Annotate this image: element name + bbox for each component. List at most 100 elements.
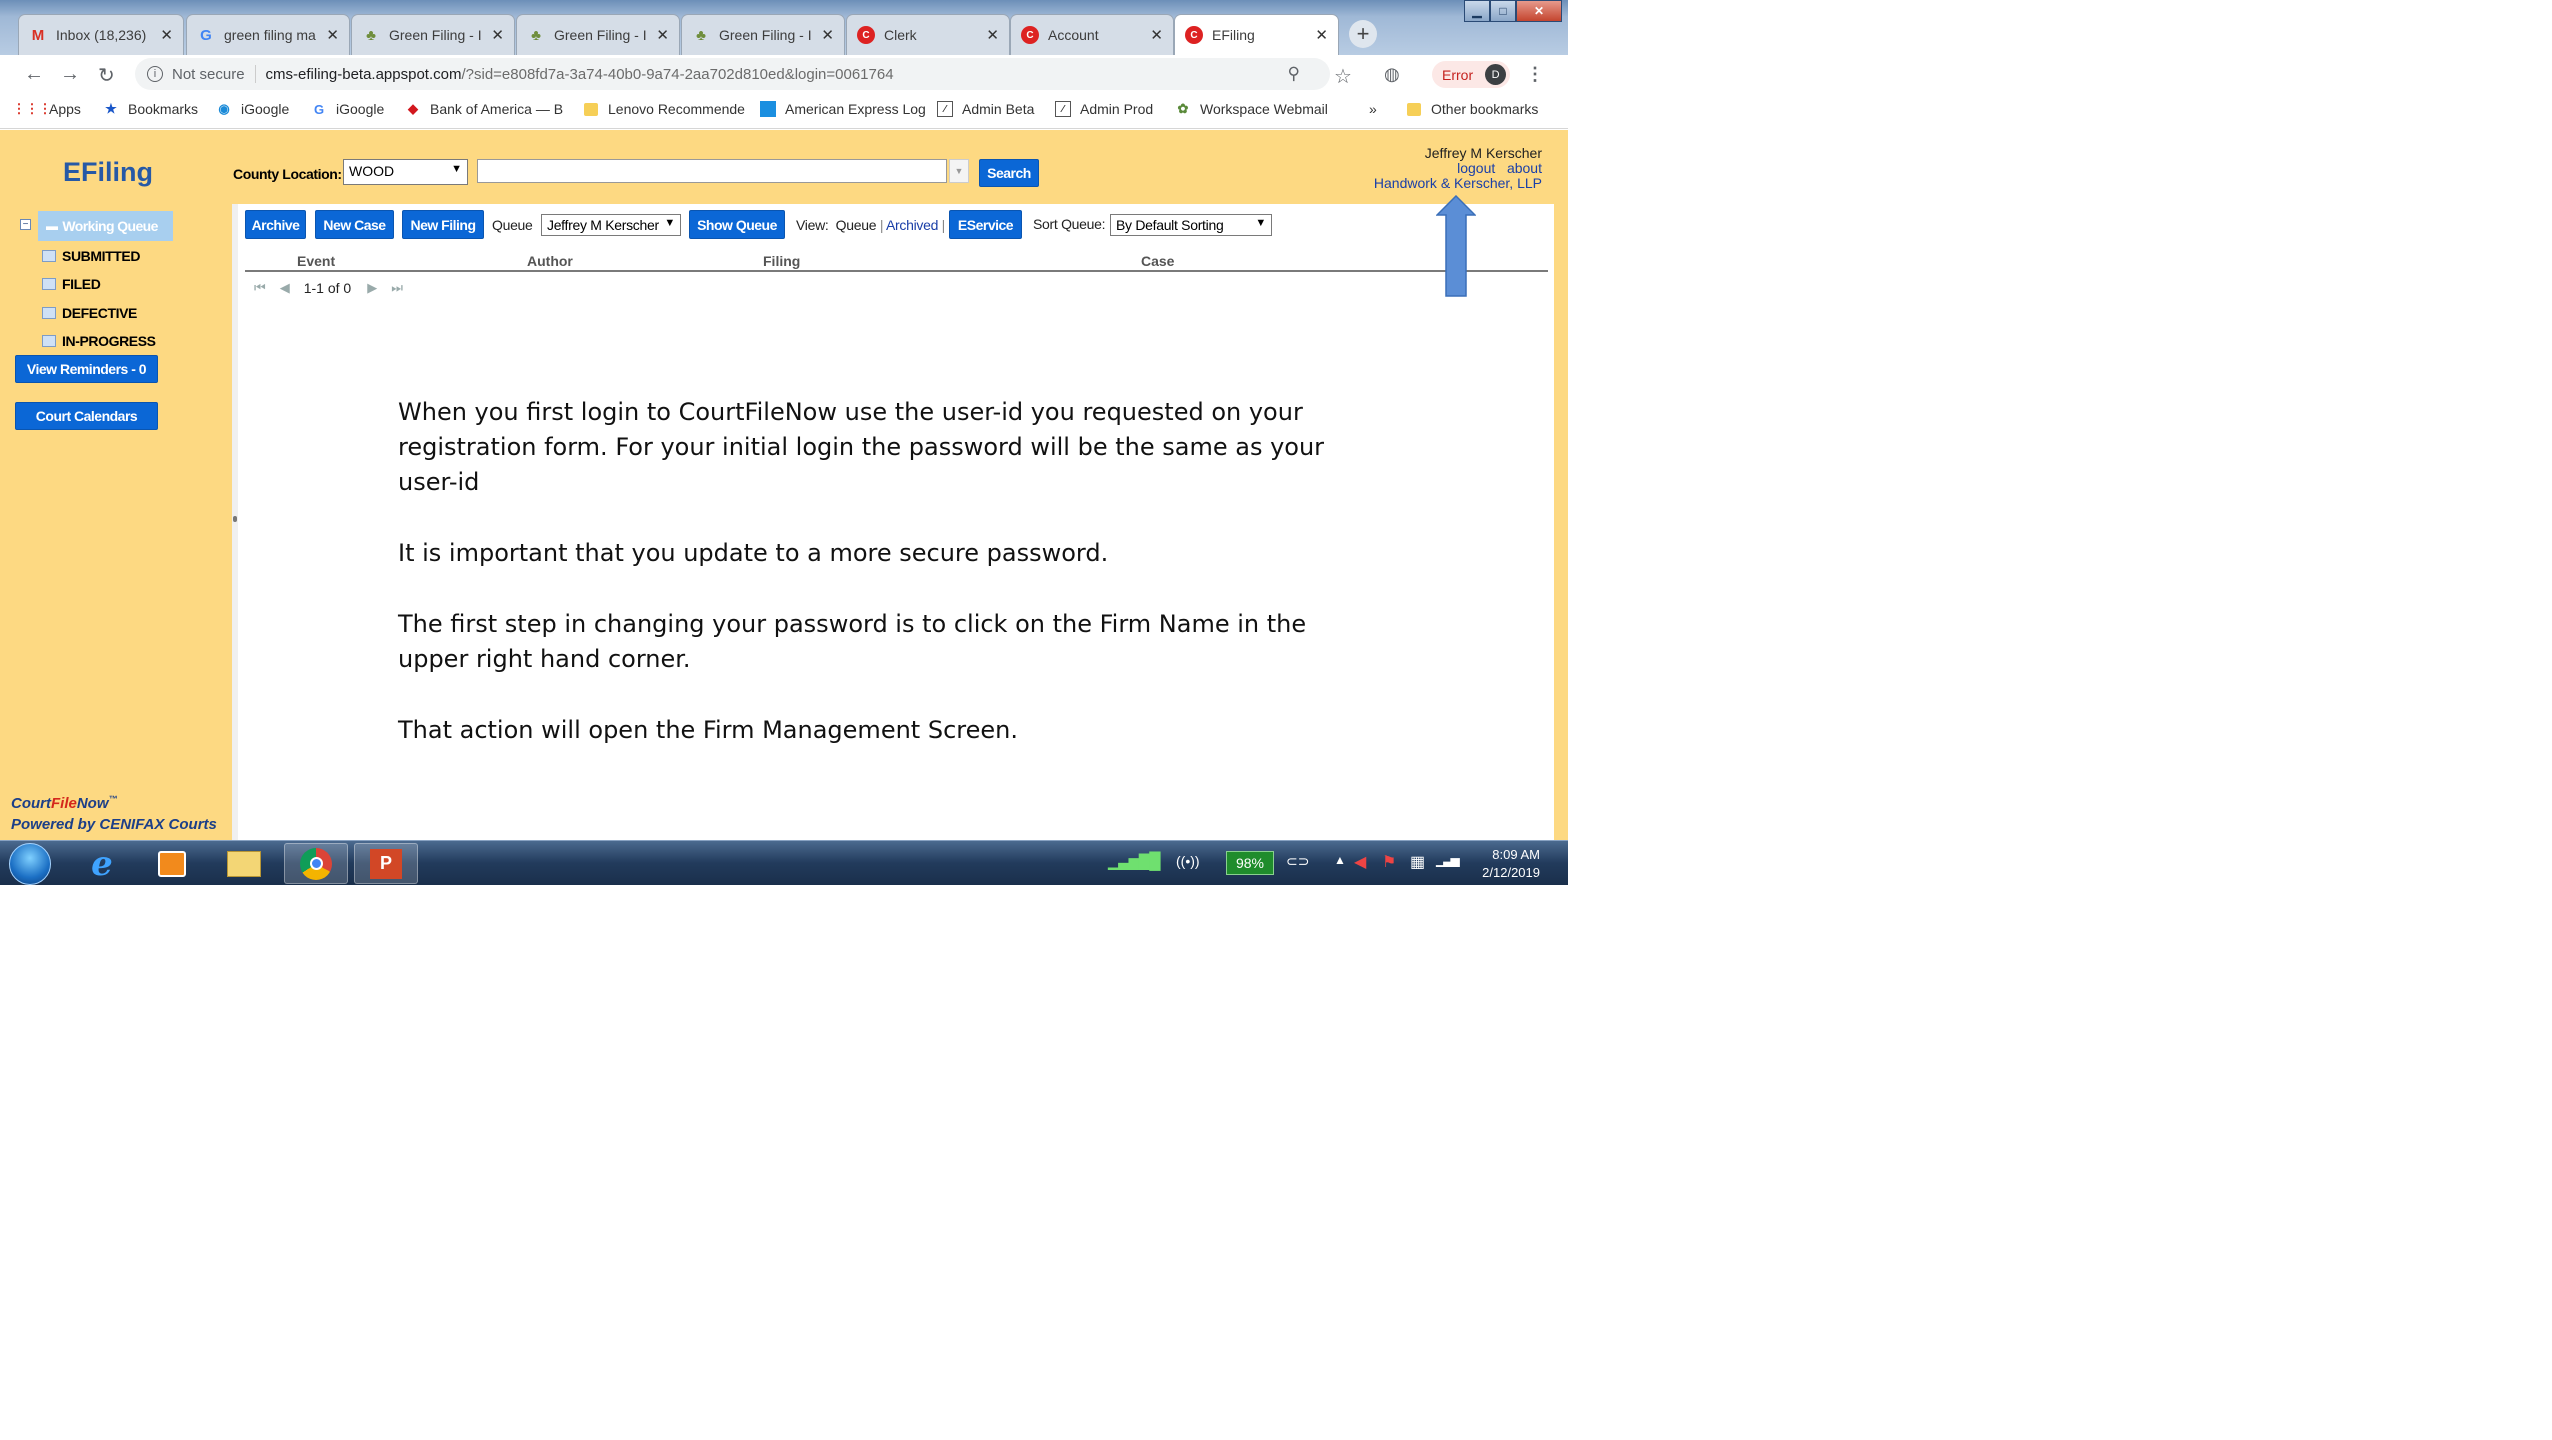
- first-page-icon[interactable]: ⏮: [254, 280, 266, 296]
- bookmark-apps[interactable]: ⋮⋮⋮ Apps: [12, 101, 81, 117]
- zoom-icon[interactable]: ⚲: [1288, 64, 1300, 84]
- view-queue-link[interactable]: Queue: [836, 217, 877, 233]
- signal-icon[interactable]: ▁▃▅: [1436, 853, 1460, 867]
- queue-select[interactable]: Jeffrey M Kerscher ▼: [541, 214, 681, 236]
- new-case-button[interactable]: New Case: [315, 210, 394, 239]
- county-location-label: County Location:: [233, 166, 342, 182]
- about-link[interactable]: about: [1507, 160, 1542, 176]
- back-icon[interactable]: ←: [24, 63, 44, 86]
- bookmark-other[interactable]: Other bookmarks: [1406, 101, 1538, 117]
- court-calendars-button[interactable]: Court Calendars: [15, 402, 158, 430]
- sidebar-item-in-progress[interactable]: IN-PROGRESS: [42, 333, 156, 349]
- column-header-case[interactable]: Case: [1141, 253, 1174, 269]
- close-icon[interactable]: ✕: [326, 26, 339, 44]
- tab-efiling[interactable]: C EFiling ✕: [1174, 14, 1339, 55]
- firm-name-link[interactable]: Handwork & Kerscher, LLP: [1374, 175, 1542, 191]
- show-hidden-icons-icon[interactable]: ▲: [1334, 853, 1346, 867]
- search-button[interactable]: Search: [979, 159, 1039, 187]
- boa-flag-icon: ◆: [408, 101, 418, 116]
- sort-queue-select[interactable]: By Default Sorting ▼: [1110, 214, 1272, 236]
- profile-error-chip[interactable]: Error D: [1432, 61, 1510, 88]
- tab-clerk[interactable]: C Clerk ✕: [846, 14, 1010, 55]
- last-page-icon[interactable]: ⏭: [391, 280, 403, 296]
- close-icon[interactable]: ✕: [160, 26, 173, 44]
- tab-inbox[interactable]: M Inbox (18,236) ✕: [18, 14, 184, 55]
- view-archived-link[interactable]: Archived: [886, 217, 938, 233]
- show-queue-button[interactable]: Show Queue: [689, 210, 785, 239]
- prev-page-icon[interactable]: ◀: [280, 280, 290, 296]
- ie-taskbar-icon[interactable]: e: [70, 843, 134, 884]
- att-globe-icon: ◉: [218, 101, 230, 116]
- bookmark-igoogle-1[interactable]: ◉ iGoogle: [216, 101, 289, 117]
- new-tab-button[interactable]: +: [1349, 20, 1377, 48]
- column-header-author[interactable]: Author: [527, 253, 573, 269]
- tab-green-filing-1[interactable]: ♣ Green Filing - I ✕: [351, 14, 515, 55]
- wifi-icon[interactable]: ((•)): [1176, 853, 1200, 869]
- bookmark-admin-beta[interactable]: ⁄ Admin Beta: [937, 101, 1034, 117]
- apps-grid-icon: ⋮⋮⋮: [12, 101, 52, 116]
- bookmark-bank-of-america[interactable]: ◆ Bank of America — B: [405, 101, 563, 117]
- sidebar-item-submitted[interactable]: SUBMITTED: [42, 248, 140, 264]
- url-path: /?sid=e808fd7a-3a74-40b0-9a74-2aa702d810…: [461, 65, 894, 83]
- close-icon[interactable]: ✕: [1315, 26, 1328, 44]
- close-icon[interactable]: ✕: [1150, 26, 1163, 44]
- sidebar-item-working-queue[interactable]: ▬ Working Queue: [38, 211, 173, 241]
- close-icon[interactable]: ✕: [491, 26, 504, 44]
- column-header-filing[interactable]: Filing: [763, 253, 800, 269]
- bookmark-admin-prod[interactable]: ⁄ Admin Prod: [1055, 101, 1153, 117]
- close-icon[interactable]: ✕: [986, 26, 999, 44]
- minimize-button[interactable]: ▁: [1464, 0, 1490, 22]
- bookmark-bookmarks[interactable]: ★ Bookmarks: [103, 101, 198, 117]
- column-header-event[interactable]: Event: [297, 253, 335, 269]
- signal-bars-icon[interactable]: ▁▃▅▇█: [1108, 851, 1161, 871]
- next-page-icon[interactable]: ▶: [367, 280, 377, 296]
- media-player-taskbar-icon[interactable]: [140, 843, 204, 884]
- leaf-icon: ♣: [531, 26, 541, 44]
- star-icon[interactable]: ☆: [1334, 64, 1352, 89]
- county-location-select[interactable]: WOOD ▼: [343, 159, 468, 185]
- bookmarks-overflow-button[interactable]: »: [1369, 101, 1377, 117]
- logout-link[interactable]: logout: [1457, 160, 1495, 176]
- maximize-button[interactable]: □: [1490, 0, 1516, 22]
- explorer-taskbar-icon[interactable]: [212, 843, 276, 884]
- archive-button[interactable]: Archive: [245, 210, 306, 239]
- tab-green-filing-search[interactable]: G green filing ma ✕: [186, 14, 350, 55]
- view-reminders-button[interactable]: View Reminders - 0: [15, 355, 158, 383]
- collapse-icon[interactable]: −: [20, 219, 31, 230]
- chrome-taskbar-icon[interactable]: [284, 843, 348, 884]
- battery-indicator[interactable]: 98%: [1226, 851, 1274, 875]
- bookmark-workspace-webmail[interactable]: ✿ Workspace Webmail: [1175, 101, 1328, 117]
- sidebar-item-defective[interactable]: DEFECTIVE: [42, 305, 137, 321]
- webmail-icon: ✿: [1177, 101, 1189, 116]
- eservice-button[interactable]: EService: [949, 210, 1022, 239]
- powerpoint-taskbar-icon[interactable]: P: [354, 843, 418, 884]
- action-center-flag-icon[interactable]: ⚑: [1382, 852, 1396, 872]
- chevron-down-icon[interactable]: ▼: [949, 159, 969, 183]
- volume-muted-icon[interactable]: ◀: [1354, 852, 1366, 872]
- network-icon[interactable]: ▦: [1410, 852, 1425, 872]
- bookmark-lenovo[interactable]: Lenovo Recommende: [583, 101, 745, 117]
- power-plug-icon[interactable]: ⊂⊃: [1286, 853, 1309, 870]
- google-icon: G: [313, 101, 325, 117]
- address-bar[interactable]: i Not secure cms-efiling-beta.appspot.co…: [135, 58, 1330, 90]
- forward-icon[interactable]: →: [60, 63, 80, 86]
- system-clock[interactable]: 8:09 AM 2/12/2019: [1482, 846, 1540, 882]
- close-icon[interactable]: ✕: [656, 26, 669, 44]
- tab-green-filing-3[interactable]: ♣ Green Filing - I ✕: [681, 14, 845, 55]
- window-close-button[interactable]: ✕: [1516, 0, 1562, 22]
- extension-icon[interactable]: ◍: [1384, 64, 1400, 85]
- gmail-icon: M: [31, 26, 45, 44]
- info-icon[interactable]: i: [147, 66, 163, 82]
- bookmark-amex[interactable]: American Express Log: [760, 101, 926, 117]
- new-filing-button[interactable]: New Filing: [402, 210, 484, 239]
- tab-account[interactable]: C Account ✕: [1010, 14, 1174, 55]
- tab-green-filing-2[interactable]: ♣ Green Filing - I ✕: [516, 14, 680, 55]
- reload-icon[interactable]: ↻: [98, 63, 115, 88]
- close-icon[interactable]: ✕: [821, 26, 834, 44]
- menu-icon[interactable]: ⋮: [1526, 64, 1544, 85]
- sidebar-item-filed[interactable]: FILED: [42, 276, 101, 292]
- security-status[interactable]: Not secure: [172, 66, 245, 83]
- bookmark-igoogle-2[interactable]: GiGoogle: [311, 101, 384, 117]
- start-button[interactable]: [9, 843, 51, 885]
- case-search-input[interactable]: [477, 159, 947, 183]
